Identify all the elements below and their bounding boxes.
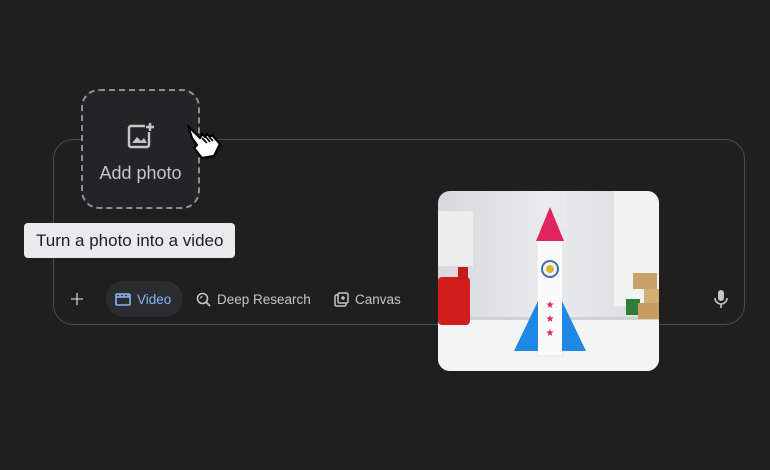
- add-photo-label: Add photo: [99, 162, 182, 183]
- canvas-icon: [334, 291, 349, 307]
- canvas-label: Canvas: [355, 291, 401, 307]
- svg-text:★: ★: [546, 328, 555, 339]
- deep-research-button[interactable]: Deep Research: [196, 281, 311, 317]
- plus-icon: [71, 293, 83, 305]
- video-icon: [115, 292, 131, 306]
- add-button[interactable]: [71, 281, 89, 317]
- video-label: Video: [137, 291, 172, 307]
- add-photo-icon: [127, 121, 155, 148]
- rocket-preview-image: ★ ★ ★: [438, 191, 659, 371]
- canvas-button[interactable]: Canvas: [334, 281, 401, 317]
- hand-cursor-icon: [186, 124, 222, 160]
- deep-research-label: Deep Research: [217, 291, 311, 307]
- deep-research-icon: [196, 292, 211, 307]
- svg-text:★: ★: [546, 300, 555, 311]
- video-tool-chip[interactable]: Video: [106, 281, 184, 317]
- svg-text:★: ★: [546, 314, 555, 325]
- tooltip: Turn a photo into a video: [24, 223, 236, 258]
- mic-icon[interactable]: [712, 289, 730, 309]
